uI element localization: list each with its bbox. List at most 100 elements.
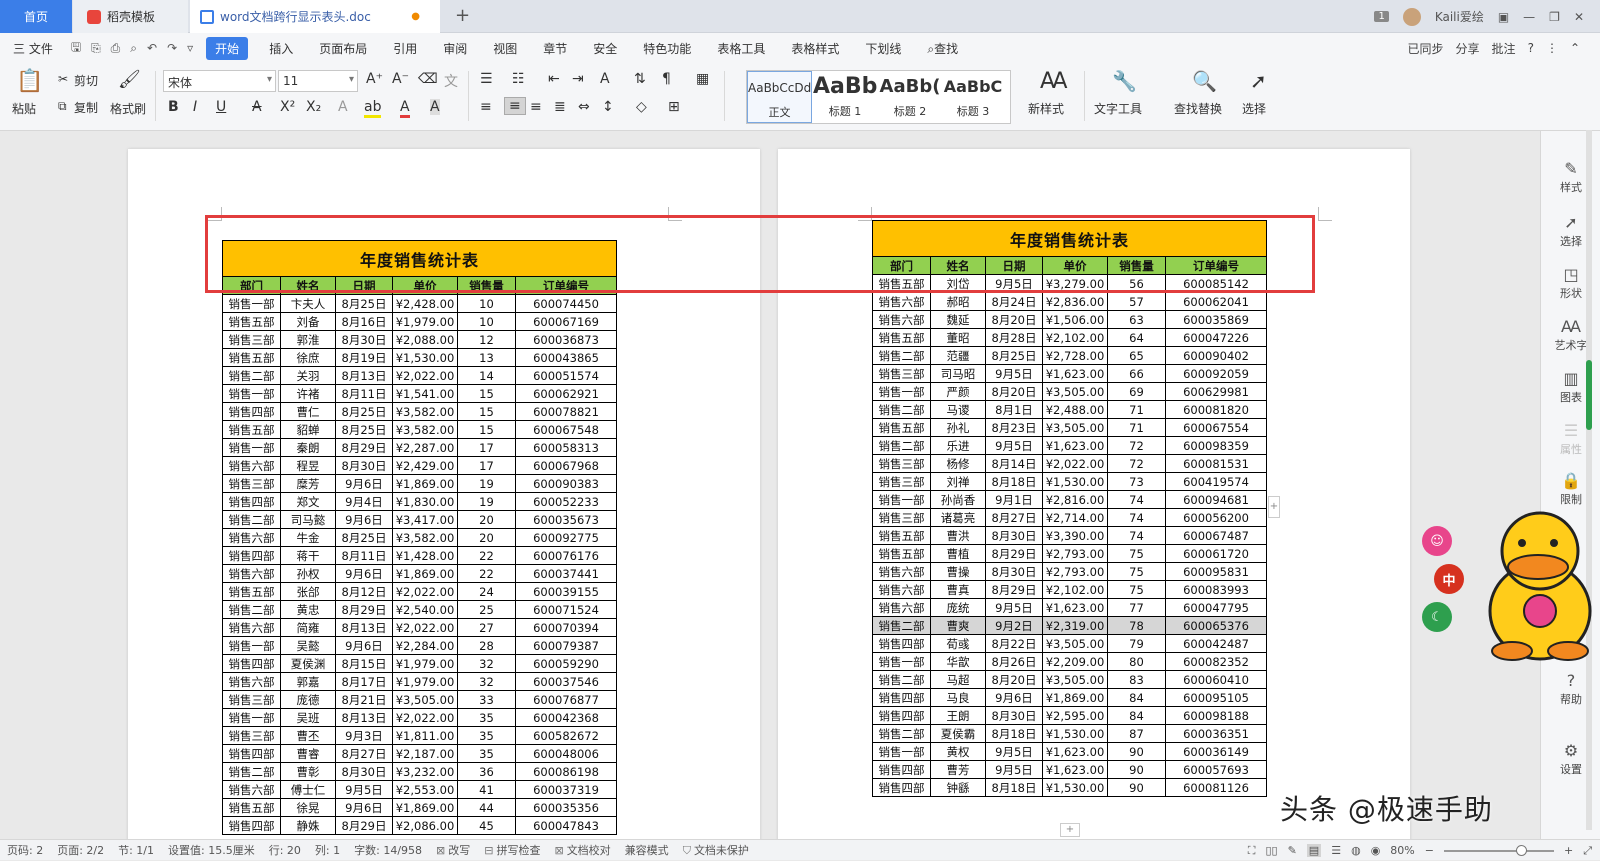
table-cell[interactable]: 600067554	[1164, 418, 1268, 437]
strikethrough-icon[interactable]: A	[252, 99, 262, 115]
table-cell[interactable]: 8月29日	[335, 438, 393, 457]
table-cell[interactable]: 销售二部	[872, 436, 931, 455]
table-cell[interactable]: 600037546	[514, 672, 618, 691]
table-cell[interactable]: 程昱	[280, 456, 336, 475]
table-cell[interactable]: 8月25日	[335, 528, 393, 547]
table-cell[interactable]: 刘备	[280, 312, 336, 331]
table-cell[interactable]: 33	[457, 690, 516, 709]
table-cell[interactable]: 77	[1107, 598, 1166, 617]
table-cell[interactable]: 44	[457, 798, 516, 817]
table-cell[interactable]: 22	[457, 564, 516, 583]
avatar[interactable]	[1402, 7, 1421, 26]
table-cell[interactable]: ¥1,869.00	[1042, 688, 1108, 707]
table-cell[interactable]: 销售四部	[222, 492, 281, 511]
table-cell[interactable]: 销售三部	[872, 508, 931, 527]
table-cell[interactable]: 41	[457, 780, 516, 799]
table-cell[interactable]: 15	[457, 384, 516, 403]
table-cell[interactable]: 张郃	[280, 582, 336, 601]
eye-care-icon[interactable]: ◉	[1371, 844, 1381, 857]
table-cell[interactable]: 范疆	[930, 346, 986, 365]
table-cell[interactable]: 9月1日	[985, 490, 1043, 509]
table-cell[interactable]: 74	[1107, 526, 1166, 545]
table-cell[interactable]: 75	[1107, 562, 1166, 581]
borders-icon[interactable]: ⊞	[668, 99, 680, 115]
table-cell[interactable]: ¥3,582.00	[392, 402, 458, 421]
table-cell[interactable]: 600074450	[514, 294, 618, 313]
floating-moon-icon[interactable]: ☾	[1422, 602, 1452, 632]
table-cell[interactable]: 曹洪	[930, 526, 986, 545]
table-cell[interactable]: 徐晃	[280, 798, 336, 817]
highlight-icon[interactable]: ab	[364, 99, 382, 118]
table-cell[interactable]: 黄忠	[280, 600, 336, 619]
table-cell[interactable]: 销售三部	[222, 690, 281, 709]
table-cell[interactable]: 600095831	[1164, 562, 1268, 581]
table-cell[interactable]: 8月11日	[335, 546, 393, 565]
table-cell[interactable]: 600582672	[514, 726, 618, 745]
collapse-icon[interactable]: ⌃	[1570, 41, 1580, 55]
table-cell[interactable]: 8月23日	[985, 418, 1043, 437]
table-cell[interactable]: 600051574	[514, 366, 618, 385]
table-cell[interactable]: 魏延	[930, 310, 986, 329]
copy-button[interactable]: 复制	[74, 99, 98, 116]
chinese-layout-icon[interactable]: A	[600, 71, 610, 87]
undo-icon[interactable]: ↶	[142, 41, 162, 55]
table-cell[interactable]: 8月29日	[985, 580, 1043, 599]
table-cell[interactable]: 600067169	[514, 312, 618, 331]
floating-ime-button[interactable]: 中	[1434, 564, 1464, 594]
tab-table-style[interactable]: 表格样式	[778, 40, 852, 57]
table-cell[interactable]: 600047795	[1164, 598, 1268, 617]
align-left-icon[interactable]: ≡	[480, 99, 492, 115]
table-cell[interactable]: 84	[1107, 706, 1166, 725]
table-cell[interactable]: 关羽	[280, 366, 336, 385]
table-cell[interactable]: 销售二部	[222, 510, 281, 529]
table-cell[interactable]: 8月29日	[335, 816, 393, 835]
table-cell[interactable]: 600076176	[514, 546, 618, 565]
table-cell[interactable]: 8月18日	[985, 778, 1043, 797]
table-cell[interactable]: 35	[457, 744, 516, 763]
table-cell[interactable]: 25	[457, 600, 516, 619]
table-cell[interactable]: ¥1,869.00	[392, 564, 458, 583]
table-cell[interactable]: 销售六部	[872, 598, 931, 617]
table-cell[interactable]: 71	[1107, 418, 1166, 437]
table-cell[interactable]: 销售五部	[872, 526, 931, 545]
paste-button[interactable]: 粘贴	[12, 100, 36, 117]
table-cell[interactable]: ¥1,530.00	[1042, 472, 1108, 491]
table-cell[interactable]: ¥1,530.00	[1042, 724, 1108, 743]
table-cell[interactable]: 72	[1107, 454, 1166, 473]
table-cell[interactable]: 15	[457, 402, 516, 421]
copy-icon[interactable]: ⧉	[58, 99, 67, 114]
table-cell[interactable]: 严颜	[930, 382, 986, 401]
table-cell[interactable]: 45	[457, 816, 516, 835]
table-cell[interactable]: ¥1,506.00	[1042, 310, 1108, 329]
table-cell[interactable]: ¥3,505.00	[1042, 634, 1108, 653]
table-cell[interactable]: 35	[457, 726, 516, 745]
table-cell[interactable]: 蒋干	[280, 546, 336, 565]
fit-icon[interactable]: ⤢	[1583, 844, 1592, 858]
table-cell[interactable]: 20	[457, 528, 516, 547]
table-cell[interactable]: 销售六部	[222, 780, 281, 799]
table-cell[interactable]: 66	[1107, 364, 1166, 383]
style-heading-3[interactable]: AaBbC 标题 3	[943, 71, 1003, 123]
minimize-icon[interactable]: —	[1523, 10, 1535, 24]
tab-insert[interactable]: 插入	[256, 40, 306, 57]
table-cell[interactable]: 黄权	[930, 742, 986, 761]
table-cell[interactable]: 简雍	[280, 618, 336, 637]
table-cell[interactable]: ¥2,319.00	[1042, 616, 1108, 635]
table-cell[interactable]: 曹植	[930, 544, 986, 563]
table-cell[interactable]: 22	[457, 546, 516, 565]
table-cell[interactable]: 8月20日	[985, 310, 1043, 329]
table-cell[interactable]: 销售五部	[222, 312, 281, 331]
tab-home[interactable]: 首页	[0, 0, 72, 33]
table-cell[interactable]: 销售四部	[222, 402, 281, 421]
table-cell[interactable]: 8月30日	[985, 706, 1043, 725]
table-cell[interactable]: 销售三部	[872, 364, 931, 383]
table-cell[interactable]: 9月5日	[985, 760, 1043, 779]
table-cell[interactable]: 曹丕	[280, 726, 336, 745]
sync-status[interactable]: 已同步	[1408, 40, 1444, 57]
table-cell[interactable]: 销售六部	[872, 562, 931, 581]
floating-emoji-icon[interactable]: ☺	[1422, 526, 1452, 556]
table-cell[interactable]: 600081531	[1164, 454, 1268, 473]
table-cell[interactable]: 28	[457, 636, 516, 655]
paste-icon[interactable]: 📋	[16, 69, 43, 94]
table-cell[interactable]: 貂蝉	[280, 420, 336, 439]
